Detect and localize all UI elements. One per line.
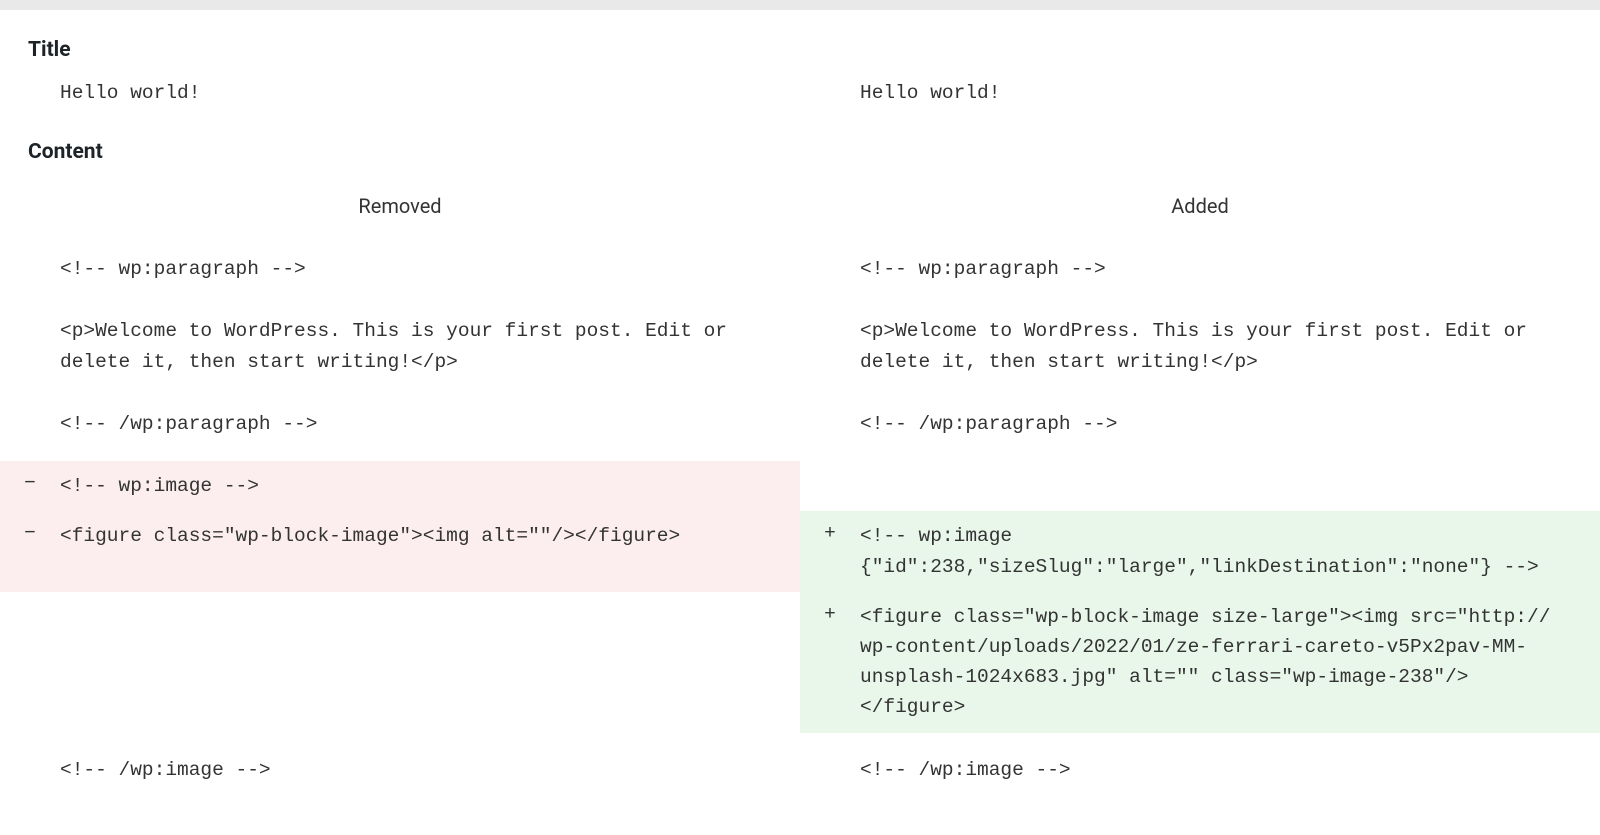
diff-cell-left: <!-- /wp:paragraph --> [0,399,800,449]
diff-row: <p>Welcome to WordPress. This is your fi… [0,306,1600,386]
diff-line-text [60,602,772,723]
removed-column-header: Removed [0,194,800,218]
diff-row: −<!-- wp:image --> [0,461,1600,511]
diff-cell-left: −<figure class="wp-block-image"><img alt… [0,511,800,591]
diff-marker [0,254,60,284]
diff-line-text: <figure class="wp-block-image"><img alt=… [60,521,772,581]
diff-line-text: <!-- wp:paragraph --> [860,254,1572,284]
diff-marker: + [800,521,860,581]
diff-cell-right: <p>Welcome to WordPress. This is your fi… [800,306,1600,386]
diff-marker [800,755,860,785]
diff-cell-left: <!-- /wp:image --> [0,745,800,795]
section-heading-content: Content [0,114,1600,174]
diff-line-text: <!-- wp:image {"id":238,"sizeSlug":"larg… [860,521,1572,581]
diff-marker [800,254,860,284]
diff-marker: − [0,471,60,501]
diff-cell-right: +<!-- wp:image {"id":238,"sizeSlug":"lar… [800,511,1600,591]
diff-line-text: <figure class="wp-block-image size-large… [860,602,1572,723]
diff-cell-left: <p>Welcome to WordPress. This is your fi… [0,306,800,386]
diff-cell-left: <!-- wp:paragraph --> [0,244,800,294]
diff-line-text [860,471,1572,501]
diff-row: <!-- /wp:paragraph --> <!-- /wp:paragraph… [0,399,1600,449]
diff-marker [0,316,60,376]
revision-diff-panel: Title Hello world! Hello world! Content … [0,10,1600,835]
diff-marker [800,409,860,439]
diff-cell-right [800,461,1600,511]
content-diff-body: <!-- wp:paragraph --> <!-- wp:paragraph -… [0,244,1600,795]
diff-marker [0,409,60,439]
diff-line-text: <!-- wp:paragraph --> [60,254,772,284]
diff-line-text: <p>Welcome to WordPress. This is your fi… [60,316,772,376]
diff-cell-left: −<!-- wp:image --> [0,461,800,511]
diff-line-text: <!-- /wp:paragraph --> [60,409,772,439]
diff-line-text: <!-- /wp:image --> [860,755,1572,785]
diff-line-text: <p>Welcome to WordPress. This is your fi… [860,316,1572,376]
diff-marker [0,602,60,723]
diff-marker [0,755,60,785]
added-column-header: Added [800,194,1600,218]
diff-cell-left [0,592,800,733]
diff-cell-right: <!-- /wp:paragraph --> [800,399,1600,449]
diff-line-text: <!-- wp:image --> [60,471,772,501]
title-right: Hello world! [800,78,1600,108]
diff-cell-right: <!-- /wp:image --> [800,745,1600,795]
title-left: Hello world! [0,78,800,108]
title-diff-row: Hello world! Hello world! [0,72,1600,114]
diff-cell-right: +<figure class="wp-block-image size-larg… [800,592,1600,733]
diff-marker: − [0,521,60,581]
diff-cell-right: <!-- wp:paragraph --> [800,244,1600,294]
diff-line-text: <!-- /wp:image --> [60,755,772,785]
diff-row: −<figure class="wp-block-image"><img alt… [0,511,1600,591]
section-heading-title: Title [0,30,1600,72]
diff-row: <!-- wp:paragraph --> <!-- wp:paragraph -… [0,244,1600,294]
diff-row: <!-- /wp:image --> <!-- /wp:image --> [0,745,1600,795]
diff-line-text: <!-- /wp:paragraph --> [860,409,1572,439]
diff-row: +<figure class="wp-block-image size-larg… [0,592,1600,733]
diff-marker [800,471,860,501]
diff-marker: + [800,602,860,723]
diff-marker [800,316,860,376]
diff-column-headers: Removed Added [0,174,1600,244]
